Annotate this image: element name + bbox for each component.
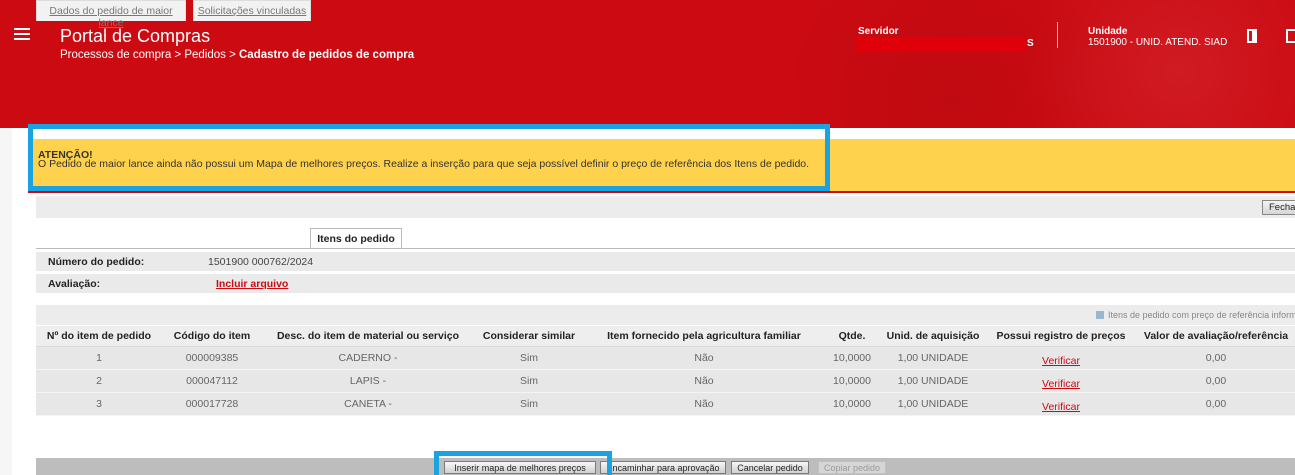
cell-unit: 1,00 UNIDADE — [880, 392, 986, 416]
alert-message: O Pedido de maior lance ainda não possui… — [38, 158, 810, 170]
table-row: 2 000047112 LAPIS - Sim Não 10,0000 1,00… — [36, 369, 1295, 393]
cell-similar: Sim — [474, 369, 584, 393]
evaluation-row: Avaliação: Incluir arquivo — [36, 274, 1295, 294]
breadcrumb-current: Cadastro de pedidos de compra — [239, 49, 415, 61]
cell-quantity: 10,0000 — [824, 369, 880, 393]
cell-quantity: 10,0000 — [824, 392, 880, 416]
header-divider — [1057, 22, 1058, 48]
cell-item-number: 3 — [36, 392, 162, 416]
close-button[interactable]: Fechar — [1262, 200, 1295, 215]
unidade-value: 1501900 - UNID. ATEND. SIAD — [1088, 37, 1228, 48]
cell-reference-value: 0,00 — [1136, 392, 1295, 416]
items-table: Nº do item de pedido Código do item Desc… — [36, 326, 1295, 416]
cell-family-farming: Não — [584, 369, 824, 393]
order-number-value: 1501900 000762/2024 — [208, 256, 314, 268]
table-header-row: Nº do item de pedido Código do item Desc… — [36, 326, 1295, 347]
column-header[interactable]: Desc. do item de material ou serviço — [262, 326, 474, 347]
cell-price-registry: Verificar — [986, 392, 1136, 416]
servidor-suffix: S — [1027, 38, 1034, 49]
legend-text: Itens de pedido com preço de referência … — [1108, 310, 1295, 320]
include-file-link[interactable]: Incluir arquivo — [216, 278, 288, 290]
attention-alert: ATENÇÃO! O Pedido de maior lance ainda n… — [28, 139, 1295, 193]
column-header[interactable]: Nº do item de pedido — [36, 326, 162, 347]
tab-dados-pedido[interactable]: Dados do pedido de maior lance — [36, 0, 186, 29]
legend-swatch — [1096, 311, 1104, 319]
cell-reference-value: 0,00 — [1136, 346, 1295, 370]
cell-description: CANETA - — [262, 392, 474, 416]
cancel-order-button[interactable]: Cancelar pedido — [731, 461, 809, 474]
order-number-label: Número do pedido: — [48, 256, 145, 268]
cell-price-registry: Verificar — [986, 369, 1136, 393]
column-header[interactable]: Qtde. — [824, 326, 880, 347]
copy-order-button: Copiar pedido — [818, 461, 886, 474]
cell-unit: 1,00 UNIDADE — [880, 346, 986, 370]
evaluation-label: Avaliação: — [48, 278, 101, 290]
tab-solicitacoes[interactable]: Solicitações vinculadas — [193, 0, 311, 21]
redacted-user-name — [855, 37, 1025, 51]
column-header[interactable]: Unid. de aquisição — [880, 326, 986, 347]
cell-item-number: 1 — [36, 346, 162, 370]
cell-price-registry: Verificar — [986, 346, 1136, 370]
forward-approval-button[interactable]: Encaminhar para aprovação — [600, 461, 726, 474]
door-icon[interactable] — [1247, 29, 1257, 43]
verify-link[interactable]: Verificar — [1042, 355, 1080, 367]
hamburger-menu-icon[interactable] — [14, 28, 30, 40]
cell-family-farming: Não — [584, 392, 824, 416]
cell-item-code: 000047112 — [162, 369, 262, 393]
tab-underline — [36, 248, 1295, 249]
cell-item-number: 2 — [36, 369, 162, 393]
cell-description: LAPIS - — [262, 369, 474, 393]
verify-link[interactable]: Verificar — [1042, 378, 1080, 390]
servidor-label: Servidor — [858, 26, 899, 37]
column-header[interactable]: Considerar similar — [474, 326, 584, 347]
page-left-edge — [0, 128, 12, 475]
breadcrumb-path[interactable]: Processos de compra > Pedidos > — [60, 49, 239, 61]
verify-link[interactable]: Verificar — [1042, 401, 1080, 413]
top-toolbar — [36, 196, 1295, 218]
cell-unit: 1,00 UNIDADE — [880, 369, 986, 393]
column-header[interactable]: Código do item — [162, 326, 262, 347]
table-row: 1 000009385 CADERNO - Sim Não 10,0000 1,… — [36, 346, 1295, 370]
cell-description: CADERNO - — [262, 346, 474, 370]
legend-bar: Itens de pedido com preço de referência … — [36, 305, 1295, 325]
exit-icon[interactable] — [1286, 29, 1295, 43]
table-row: 3 000017728 CANETA - Sim Não 10,0000 1,0… — [36, 392, 1295, 416]
cell-item-code: 000009385 — [162, 346, 262, 370]
column-header[interactable]: Valor de avaliação/referência — [1136, 326, 1295, 347]
insert-price-map-button[interactable]: Inserir mapa de melhores preços — [444, 461, 596, 474]
cell-family-farming: Não — [584, 346, 824, 370]
column-header[interactable]: Possui registro de preços — [986, 326, 1136, 347]
order-number-row: Número do pedido: 1501900 000762/2024 — [36, 252, 1295, 272]
cell-reference-value: 0,00 — [1136, 369, 1295, 393]
breadcrumb: Processos de compra > Pedidos > Cadastro… — [60, 49, 414, 61]
column-header[interactable]: Item fornecido pela agricultura familiar — [584, 326, 824, 347]
tab-itens-pedido[interactable]: Itens do pedido — [310, 228, 402, 249]
cell-similar: Sim — [474, 346, 584, 370]
app-title: Portal de Compras — [60, 26, 211, 46]
cell-item-code: 000017728 — [162, 392, 262, 416]
unidade-label: Unidade — [1088, 26, 1128, 37]
cell-similar: Sim — [474, 392, 584, 416]
cell-quantity: 10,0000 — [824, 346, 880, 370]
